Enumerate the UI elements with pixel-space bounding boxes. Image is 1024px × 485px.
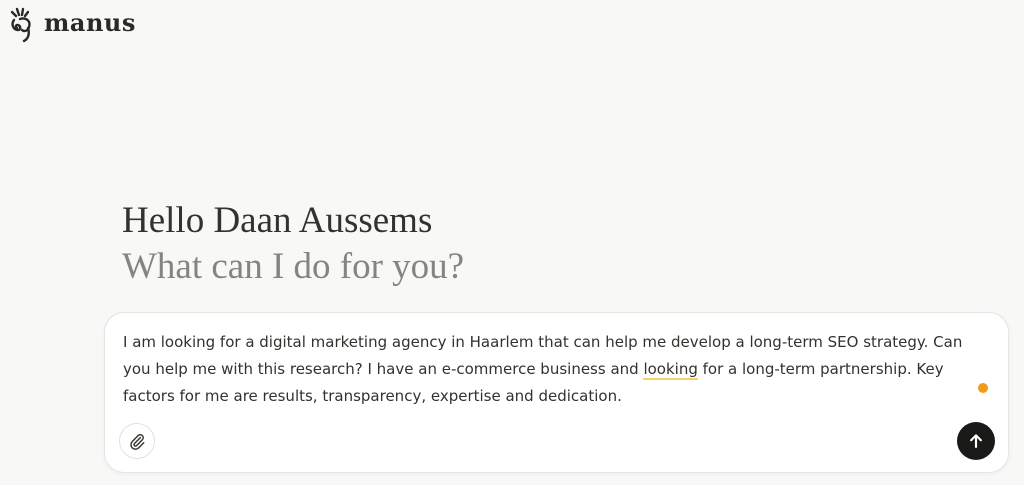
paperclip-icon [130, 434, 145, 450]
prompt-input[interactable]: I am looking for a digital marketing age… [123, 329, 983, 410]
app-logo[interactable]: manus [8, 6, 136, 44]
prompt-composer[interactable]: I am looking for a digital marketing age… [104, 312, 1009, 473]
greeting-title: Hello Daan Aussems [122, 200, 433, 241]
send-button[interactable] [957, 422, 995, 460]
arrow-up-icon [970, 434, 982, 449]
greeting: Hello Daan Aussems What can I do for you… [122, 198, 464, 290]
status-dot [978, 383, 988, 393]
manus-hand-icon [10, 7, 31, 43]
greeting-subtitle: What can I do for you? [122, 246, 465, 287]
attach-file-button[interactable] [119, 423, 155, 459]
spellcheck-highlight[interactable]: looking [643, 360, 698, 380]
app-name: manus [44, 7, 136, 37]
